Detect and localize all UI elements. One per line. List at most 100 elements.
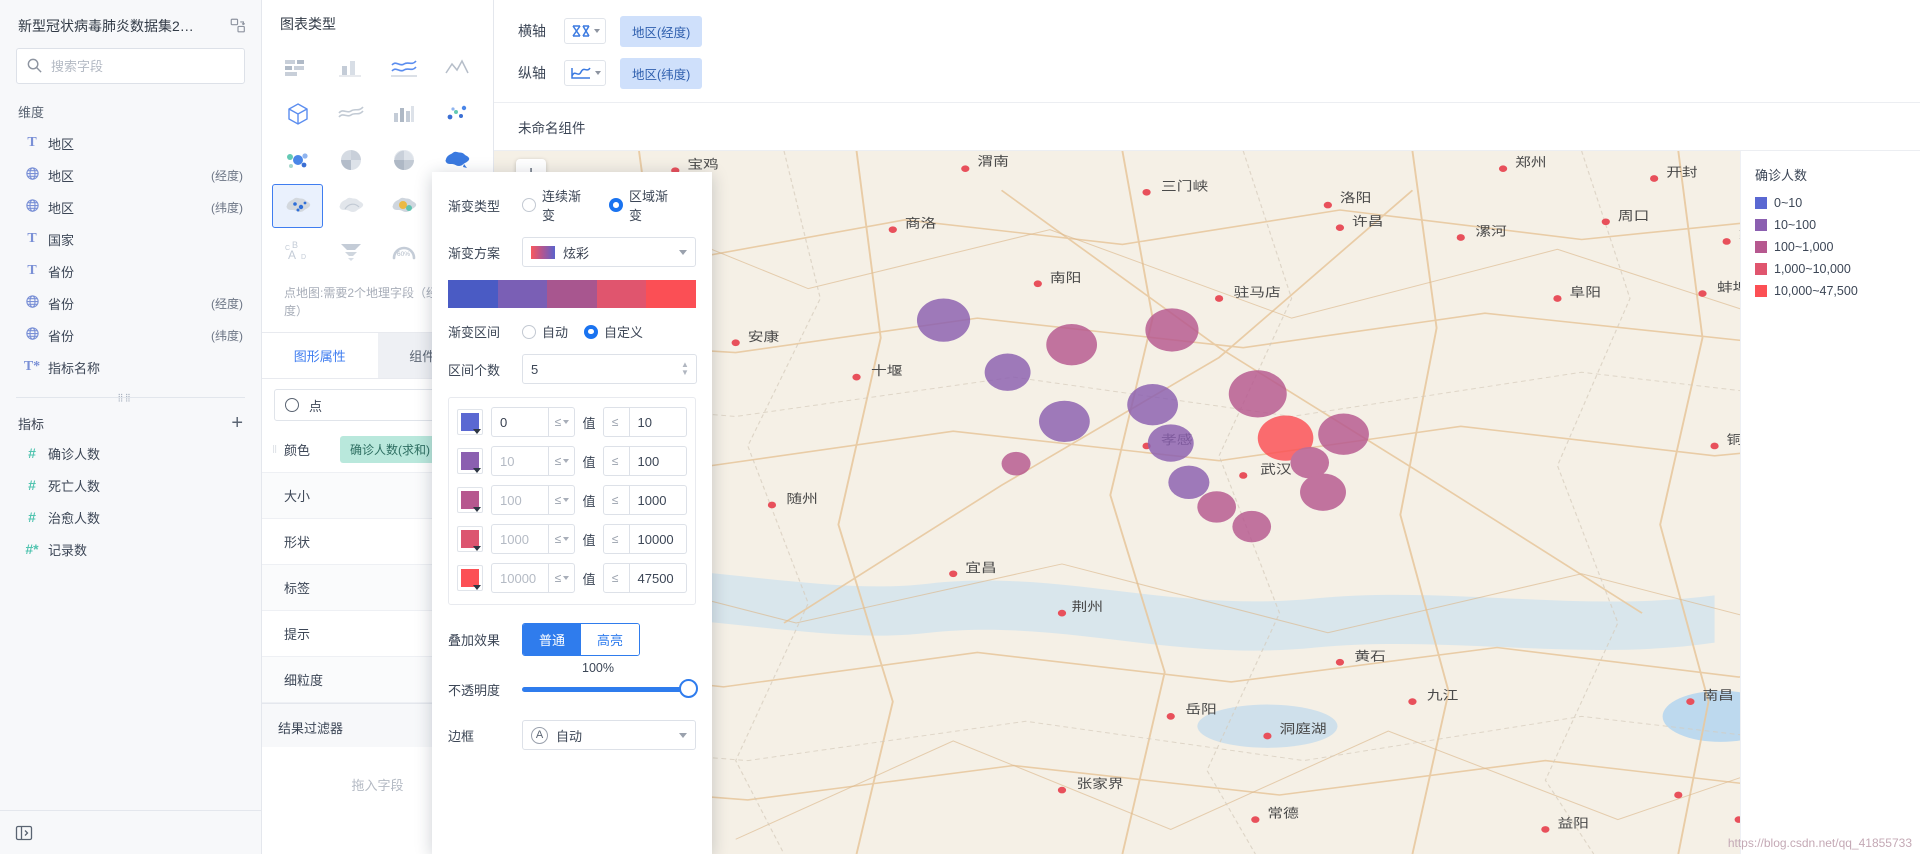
interval-to-operator[interactable]: ≤ [602, 563, 630, 593]
interval-to-operator[interactable]: ≤ [602, 407, 630, 437]
y-axis-field-pill[interactable]: 地区(纬度) [620, 57, 703, 89]
gradient-scheme-select[interactable]: 炫彩 [522, 237, 696, 267]
dimension-item[interactable]: 省份 (纬度) [0, 319, 261, 351]
heat-map-chart-icon[interactable] [379, 184, 430, 228]
radio-range-custom[interactable]: 自定义 [584, 322, 643, 341]
3d-chart-icon[interactable] [272, 92, 323, 136]
bubble-chart-icon[interactable] [272, 138, 323, 182]
tab-graphic-attributes[interactable]: 图形属性 [262, 333, 378, 378]
interval-to-operator[interactable]: ≤ [602, 485, 630, 515]
interval-to-input[interactable]: 47500 [629, 563, 687, 593]
dimension-item[interactable]: T 国家 [0, 223, 261, 255]
interval-from-input[interactable]: 0 [491, 407, 549, 437]
operator-symbol: ≤ [611, 493, 619, 507]
panel-splitter[interactable]: ⣿⣿ [16, 394, 245, 409]
point-mark-icon [285, 398, 299, 412]
drag-handle-icon[interactable]: ⣿ [272, 446, 280, 453]
dimension-item[interactable]: T 地区 [0, 127, 261, 159]
legend-item[interactable]: 1,000~10,000 [1755, 258, 1920, 280]
funnel-chart-icon[interactable] [325, 230, 376, 274]
point-map-chart-icon[interactable] [272, 184, 324, 228]
dimension-item[interactable]: 地区 (经度) [0, 159, 261, 191]
interval-count-stepper[interactable]: ▲ ▼ [674, 361, 696, 377]
legend-label: 100~1,000 [1774, 240, 1834, 254]
dimension-item[interactable]: 地区 (纬度) [0, 191, 261, 223]
overlay-option-normal[interactable]: 普通 [523, 624, 582, 655]
metric-item[interactable]: # 确诊人数 [0, 437, 261, 469]
border-select[interactable]: A 自动 [522, 720, 696, 750]
word-cloud-chart-icon[interactable]: CBAD [272, 230, 323, 274]
interval-from-operator[interactable]: ≤ [548, 563, 576, 593]
chevron-down-icon [563, 459, 570, 463]
gauge-chart-icon[interactable]: 60% [379, 230, 430, 274]
interval-from-input[interactable]: 1000 [491, 524, 549, 554]
interval-count-input[interactable]: 5 [522, 354, 697, 384]
number-field-icon: # [28, 477, 36, 493]
interval-to-input[interactable]: 10 [629, 407, 687, 437]
shelf-field-pill[interactable]: 确诊人数(求和) [340, 436, 440, 463]
dimension-item[interactable]: 省份 (经度) [0, 287, 261, 319]
interval-to-operator[interactable]: ≤ [602, 524, 630, 554]
legend-item[interactable]: 100~1,000 [1755, 236, 1920, 258]
table-chart-icon[interactable] [272, 46, 323, 90]
interval-from-operator[interactable]: ≤ [548, 485, 576, 515]
add-metric-button[interactable]: + [231, 413, 243, 433]
slider-knob[interactable] [679, 679, 698, 698]
scatter-chart-icon[interactable] [432, 92, 483, 136]
opacity-slider[interactable]: 100% [522, 661, 698, 700]
pie-donut-chart-icon[interactable] [379, 138, 430, 182]
radio-range-auto[interactable]: 自动 [522, 322, 568, 341]
interval-from-operator[interactable]: ≤ [548, 407, 576, 437]
metric-item[interactable]: # 治愈人数 [0, 501, 261, 533]
bar-chart-icon[interactable] [325, 46, 376, 90]
interval-color-picker[interactable] [457, 409, 483, 435]
legend-item[interactable]: 10~100 [1755, 214, 1920, 236]
data-point [1147, 424, 1194, 462]
opacity-value: 100% [582, 661, 614, 675]
dimension-item[interactable]: T 省份 [0, 255, 261, 287]
legend-item[interactable]: 0~10 [1755, 192, 1920, 214]
dual-line-chart-icon[interactable] [379, 46, 430, 90]
copy-dataset-icon[interactable] [229, 17, 247, 35]
metric-item[interactable]: #* 记录数 [0, 533, 261, 565]
column-chart-icon[interactable] [379, 92, 430, 136]
flow-map-chart-icon[interactable] [325, 184, 376, 228]
shelf-label-text: 标签 [284, 581, 311, 596]
interval-from-operator[interactable]: ≤ [548, 524, 576, 554]
interval-color-picker[interactable] [457, 565, 483, 591]
interval-from-operator[interactable]: ≤ [548, 446, 576, 476]
overlay-option-highlight[interactable]: 高亮 [581, 624, 640, 655]
legend-item[interactable]: 10,000~47,500 [1755, 280, 1920, 302]
interval-to-input[interactable]: 10000 [629, 524, 687, 554]
dimension-item[interactable]: T* 指标名称 [0, 351, 261, 383]
legend-title: 确诊人数 [1755, 168, 1808, 183]
metric-item[interactable]: # 死亡人数 [0, 469, 261, 501]
panel-collapse-icon[interactable] [14, 823, 34, 843]
value-label: 值 [582, 532, 596, 548]
search-field-wrap [16, 48, 245, 84]
interval-count-row: 区间个数 5 ▲ ▼ [448, 354, 697, 384]
interval-to-operator[interactable]: ≤ [602, 446, 630, 476]
smooth-line-chart-icon[interactable] [325, 92, 376, 136]
field-name: 地区 [48, 136, 75, 152]
interval-from-input[interactable]: 100 [491, 485, 549, 515]
interval-from-input[interactable]: 10 [491, 446, 549, 476]
radio-segmented-gradient[interactable]: 区域渐变 [609, 186, 680, 224]
field-name: 省份 [48, 296, 75, 312]
y-axis-geo-icon[interactable] [564, 60, 606, 86]
interval-to-input[interactable]: 100 [629, 446, 687, 476]
x-axis-field-pill[interactable]: 地区(经度) [620, 15, 703, 47]
chevron-down-icon [473, 546, 481, 551]
interval-color-picker[interactable] [457, 487, 483, 513]
border-label: 边框 [448, 728, 475, 744]
interval-color-picker[interactable] [457, 526, 483, 552]
search-input[interactable] [16, 48, 245, 84]
area-chart-icon[interactable] [432, 46, 483, 90]
interval-color-picker[interactable] [457, 448, 483, 474]
interval-to-input[interactable]: 1000 [629, 485, 687, 515]
pie-chart-icon[interactable] [325, 138, 376, 182]
x-axis-geo-icon[interactable] [564, 18, 606, 44]
radio-continuous-gradient[interactable]: 连续渐变 [522, 186, 593, 224]
legend-swatch [1755, 197, 1767, 209]
interval-from-input[interactable]: 10000 [491, 563, 549, 593]
